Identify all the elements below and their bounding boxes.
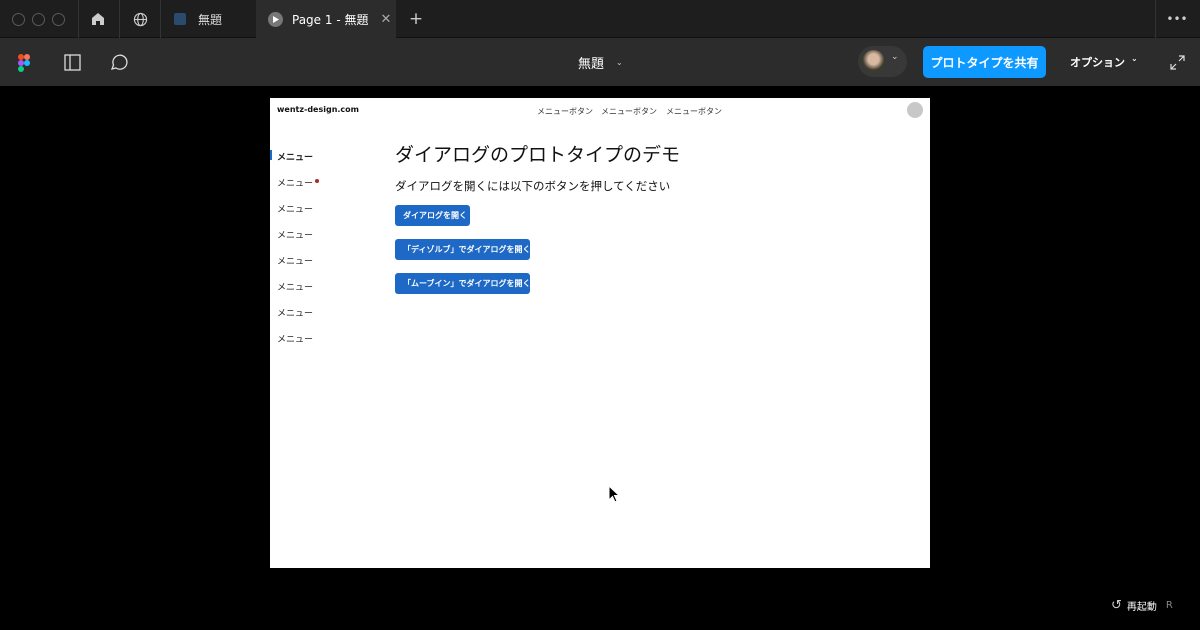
figma-logo-icon[interactable] [16,52,32,74]
new-tab-icon[interactable]: + [406,9,426,29]
sidebar-item[interactable]: メニュー [277,332,313,345]
tab-page1[interactable]: Page 1 - 無題 ✕ [256,0,396,38]
file-title-menu[interactable]: 無題 ⌄ [578,53,623,72]
page-subtitle: ダイアログを開くには以下のボタンを押してください [395,179,671,193]
open-dialog-dissolve-button[interactable]: 「ディゾルブ」でダイアログを開く [395,239,530,260]
file-icon [174,13,186,25]
user-menu[interactable]: ⌄ [858,46,907,77]
fullscreen-icon[interactable] [1168,53,1186,71]
chevron-down-icon: ⌄ [1131,54,1138,63]
site-logo[interactable]: wentz-design.com [277,105,359,114]
nav-button[interactable]: メニューボタン [666,106,722,117]
close-tab-icon[interactable]: ✕ [380,12,391,27]
prototype-frame: wentz-design.com メニューボタン メニューボタン メニューボタン… [270,98,930,568]
restart-shortcut: R [1165,600,1173,611]
restart-button[interactable]: ↺ 再起動 R [1111,598,1173,613]
file-title: 無題 [578,57,605,72]
page-title: ダイアログのプロトタイプのデモ [395,144,681,166]
restart-icon: ↺ [1111,598,1122,613]
options-menu[interactable]: オプション ⌄ [1070,54,1138,70]
panel-toggle-icon[interactable] [62,52,82,72]
chevron-down-icon: ⌄ [891,52,899,62]
open-dialog-move-in-button[interactable]: 「ムーブイン」でダイアログを開く [395,273,531,294]
sidebar-item[interactable]: メニュー [277,176,313,189]
tab-bar: 無題 Page 1 - 無題 ✕ + ••• [0,0,1200,38]
sidebar-item[interactable]: メニュー [277,150,313,163]
sidebar-item[interactable]: メニュー [277,306,313,319]
tab-untitled[interactable]: 無題 [160,0,255,38]
sidebar-item[interactable]: メニュー [277,280,313,293]
share-prototype-button[interactable]: プロトタイプを共有 [923,46,1046,78]
sidebar-item[interactable]: メニュー [277,202,313,215]
nav-button[interactable]: メニューボタン [601,106,657,117]
more-icon[interactable]: ••• [1166,9,1188,29]
globe-icon[interactable] [130,10,150,28]
comment-icon[interactable] [109,52,129,72]
zoom-window-button[interactable] [52,13,65,26]
minimize-window-button[interactable] [32,13,45,26]
open-dialog-button[interactable]: ダイアログを開く [395,205,470,226]
home-icon[interactable] [88,10,108,28]
tab-label: 無題 [198,12,223,27]
notification-dot [315,179,319,183]
options-label: オプション [1070,56,1125,69]
profile-avatar[interactable] [907,102,923,118]
toolbar: 無題 ⌄ ⌄ プロトタイプを共有 オプション ⌄ [0,38,1200,86]
sidebar-item[interactable]: メニュー [277,254,313,267]
close-window-button[interactable] [12,13,25,26]
restart-label: 再起動 [1126,602,1157,613]
cursor-icon [608,484,621,507]
nav-button[interactable]: メニューボタン [537,106,593,117]
tab-label: Page 1 - 無題 [292,12,369,27]
active-indicator [270,150,272,160]
chevron-down-icon: ⌄ [616,58,623,67]
sidebar-item[interactable]: メニュー [277,228,313,241]
avatar [862,50,885,73]
play-icon [268,11,283,27]
